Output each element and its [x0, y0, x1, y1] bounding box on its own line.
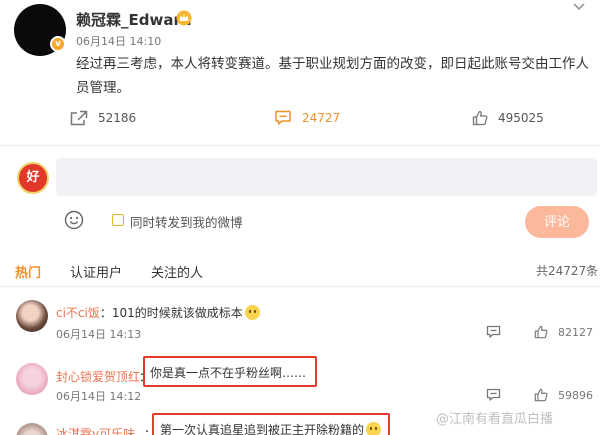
repost-label[interactable]: 同时转发到我的微博 [130, 212, 243, 231]
repost-checkbox[interactable] [112, 214, 124, 226]
comment-like-button[interactable]: 82127 [534, 325, 593, 339]
submit-comment-button[interactable]: 评论 [525, 206, 589, 238]
comment-line: ci不ci饭：101的时候就该做成标本 [56, 302, 260, 321]
my-avatar[interactable]: 好 [17, 162, 49, 194]
thumbs-up-icon [472, 110, 488, 126]
comment-count: 24727 [302, 111, 341, 125]
commenter-name[interactable]: ci不ci饭 [56, 306, 100, 320]
share-count: 52186 [98, 111, 137, 125]
post-body: 经过再三考虑，本人将转变赛道。基于职业规划方面的改变，即日起此账号交由工作人员管… [76, 56, 589, 96]
commenter-avatar[interactable] [16, 300, 48, 332]
comment-timestamp: 06月14日 14:12 [56, 390, 142, 403]
like-count: 495025 [498, 111, 544, 125]
tab-hot[interactable]: 热门 [15, 262, 41, 281]
comment-icon [275, 110, 291, 125]
comment-like-button[interactable]: 59896 [534, 388, 593, 402]
thumbs-up-icon [534, 388, 548, 402]
comment-text: 你是真一点不在乎粉丝啊…… [150, 366, 307, 380]
comment-like-count: 82127 [558, 325, 593, 339]
laughing-tears-emoji-icon [244, 305, 260, 320]
comment-timestamp: 06月14日 14:13 [56, 328, 142, 341]
share-button[interactable]: 52186 [70, 110, 136, 126]
comment-icon [486, 388, 501, 401]
crown-icon [176, 10, 192, 26]
share-icon [70, 110, 88, 126]
reply-button[interactable] [486, 388, 501, 402]
comment-icon [486, 325, 501, 338]
divider [0, 145, 600, 146]
tab-following[interactable]: 关注的人 [151, 262, 203, 281]
emoji-picker-icon[interactable] [64, 210, 84, 230]
post-author-name[interactable]: 赖冠霖_Edward [76, 9, 192, 30]
verified-badge-icon: v [50, 36, 66, 52]
comment-like-count: 59896 [558, 388, 593, 402]
emoji-icon [366, 422, 382, 435]
commenter-name[interactable]: 封心锁爱贺顶红 [56, 368, 140, 385]
comment-text: 101的时候就该做成标本 [111, 306, 243, 320]
divider [0, 286, 600, 287]
comment-input[interactable] [56, 158, 597, 196]
commenter-avatar[interactable] [16, 363, 48, 395]
comment-text: 第一次认真追星追到被正主开除粉籍的 [160, 421, 382, 435]
post-timestamp[interactable]: 06月14日 14:10 [76, 33, 161, 49]
chevron-down-icon[interactable] [572, 2, 586, 12]
comment-text-content: 第一次认真追星追到被正主开除粉籍的 [160, 423, 365, 435]
comment-count-button[interactable]: 24727 [274, 110, 340, 126]
commenter-name[interactable]: 冰淇霖v可乐味 [56, 425, 135, 435]
commenter-avatar[interactable] [16, 423, 48, 435]
like-button[interactable]: 495025 [472, 110, 544, 126]
reply-button[interactable] [486, 325, 501, 339]
total-comment-count: 共24727条 [536, 264, 599, 278]
watermark: @江南有看直瓜白播 [436, 412, 554, 427]
tab-verified[interactable]: 认证用户 [70, 262, 122, 281]
thumbs-up-icon [534, 325, 548, 339]
comment-separator: ： [99, 306, 112, 320]
